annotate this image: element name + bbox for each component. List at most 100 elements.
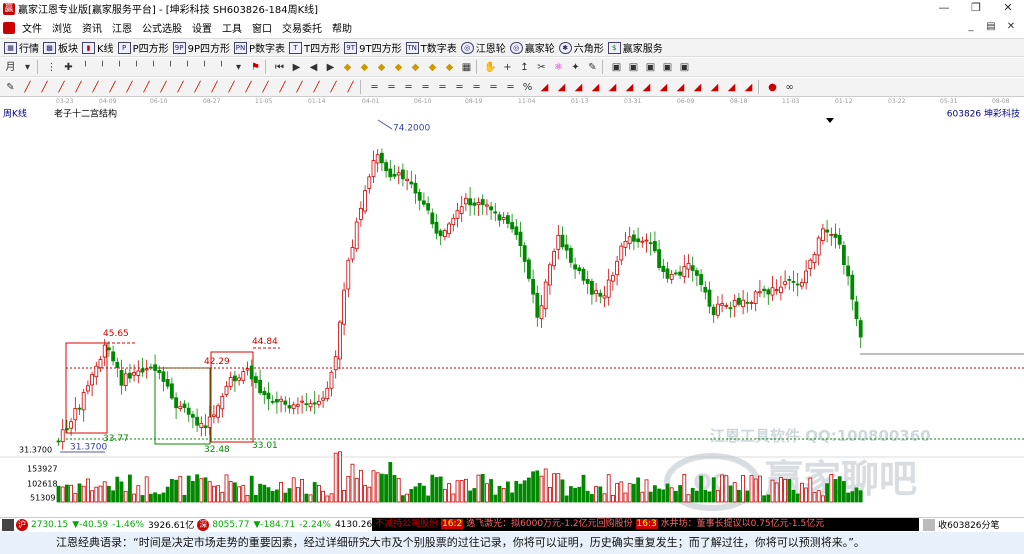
channel-icon[interactable]: ═ bbox=[470, 81, 483, 94]
bar-icon[interactable]: ╵ bbox=[130, 61, 143, 74]
diamond-icon[interactable]: ◆ bbox=[392, 61, 405, 74]
mdi-close-icon[interactable]: ✕ bbox=[1004, 20, 1018, 34]
tool-9p-square-button[interactable]: 9P 9P四方形 bbox=[172, 40, 230, 55]
tool-p-square-button[interactable]: P P四方形 bbox=[117, 40, 169, 55]
cross-icon[interactable]: ✚ bbox=[62, 61, 75, 74]
tool-t-numbers-button[interactable]: TN T数字表 bbox=[405, 40, 457, 55]
tool-gann-wheel-button[interactable]: ◎ 江恩轮 bbox=[460, 40, 506, 55]
tool-winner-wheel-button[interactable]: ◎ 赢家轮 bbox=[509, 40, 555, 55]
cart-icon[interactable] bbox=[923, 518, 936, 531]
menu-trade[interactable]: 交易委托 bbox=[277, 20, 327, 35]
mdi-minimize-icon[interactable]: _ bbox=[964, 20, 978, 34]
status-menu-icon[interactable] bbox=[2, 518, 14, 531]
menu-app-icon[interactable] bbox=[3, 21, 15, 34]
bar-icon[interactable]: ╵ bbox=[147, 61, 160, 74]
flag-icon[interactable]: ⚑ bbox=[249, 61, 262, 74]
tool-service-button[interactable]: $ 赢家服务 bbox=[607, 40, 663, 55]
forward-icon[interactable]: ▶ bbox=[324, 61, 337, 74]
channel-icon[interactable]: ═ bbox=[453, 81, 466, 94]
channel-icon[interactable]: ═ bbox=[402, 81, 415, 94]
fan-icon[interactable]: ◢ bbox=[725, 81, 738, 94]
tool-9t-square-button[interactable]: 9T 9T四方形 bbox=[344, 40, 402, 55]
window-icon[interactable]: ▣ bbox=[627, 61, 640, 74]
tool-quotes-button[interactable]: ▦ 行情 bbox=[4, 40, 39, 55]
menu-settings[interactable]: 设置 bbox=[187, 20, 217, 35]
window-icon[interactable]: ▣ bbox=[661, 61, 674, 74]
line-icon[interactable]: ╱ bbox=[191, 81, 204, 94]
cut-icon[interactable]: ✂ bbox=[535, 61, 548, 74]
fan-icon[interactable]: ◢ bbox=[589, 81, 602, 94]
restore-icon[interactable]: ❐ bbox=[960, 0, 992, 17]
plus-icon[interactable]: + bbox=[501, 61, 514, 74]
tool-kline-button[interactable]: ▮ K线 bbox=[82, 40, 114, 55]
bar-icon[interactable]: ╵ bbox=[198, 61, 211, 74]
fan-icon[interactable]: ◢ bbox=[708, 81, 721, 94]
line-icon[interactable]: ╱ bbox=[293, 81, 306, 94]
bar-icon[interactable]: ╵ bbox=[96, 61, 109, 74]
percent-icon[interactable]: % bbox=[521, 81, 534, 94]
channel-icon[interactable]: ═ bbox=[385, 81, 398, 94]
line-icon[interactable]: ╱ bbox=[327, 81, 340, 94]
line-icon[interactable]: ╱ bbox=[106, 81, 119, 94]
line-icon[interactable]: ╱ bbox=[89, 81, 102, 94]
menu-gann[interactable]: 江恩 bbox=[107, 20, 137, 35]
menu-help[interactable]: 帮助 bbox=[327, 20, 357, 35]
menu-info[interactable]: 资讯 bbox=[77, 20, 107, 35]
diamond-icon[interactable]: ◆ bbox=[443, 61, 456, 74]
tool-hexagon-button[interactable]: ✱ 六角形 bbox=[558, 40, 604, 55]
fan-icon[interactable]: ◢ bbox=[691, 81, 704, 94]
diamond-icon[interactable]: ◆ bbox=[341, 61, 354, 74]
line-icon[interactable]: ╱ bbox=[38, 81, 51, 94]
fan-icon[interactable]: ◢ bbox=[538, 81, 551, 94]
hand-icon[interactable]: ✋ bbox=[484, 61, 497, 74]
news-ticker[interactable]: 不减持公司股份 16:2 逸飞激光：拟6000万元-1.2亿元回购股份 16:3… bbox=[372, 518, 920, 531]
fan-icon[interactable]: ◢ bbox=[640, 81, 653, 94]
line-icon[interactable]: ╱ bbox=[276, 81, 289, 94]
channel-icon[interactable]: ═ bbox=[419, 81, 432, 94]
kline-chart[interactable]: QQ 江恩工具软件 QQ:100800360 赢家聊吧 周K线 老子十二宫结构 … bbox=[0, 106, 1024, 517]
dropdown-icon[interactable]: ▾ bbox=[21, 61, 34, 74]
dropdown-icon[interactable]: ▾ bbox=[232, 61, 245, 74]
menu-window[interactable]: 窗口 bbox=[247, 20, 277, 35]
menu-formula[interactable]: 公式选股 bbox=[137, 20, 187, 35]
pen-icon[interactable]: ✎ bbox=[586, 61, 599, 74]
back-icon[interactable]: ◀ bbox=[307, 61, 320, 74]
line-icon[interactable]: ╱ bbox=[174, 81, 187, 94]
line-icon[interactable]: ╱ bbox=[225, 81, 238, 94]
channel-icon[interactable]: ═ bbox=[368, 81, 381, 94]
menu-browse[interactable]: 浏览 bbox=[47, 20, 77, 35]
fan-icon[interactable]: ◢ bbox=[742, 81, 755, 94]
channel-icon[interactable]: ═ bbox=[487, 81, 500, 94]
tool-p-numbers-button[interactable]: PN P数字表 bbox=[234, 40, 285, 55]
menu-file[interactable]: 文件 bbox=[17, 20, 47, 35]
bar-icon[interactable]: ╵ bbox=[113, 61, 126, 74]
window-icon[interactable]: ▣ bbox=[610, 61, 623, 74]
window-icon[interactable]: ▣ bbox=[644, 61, 657, 74]
line-icon[interactable]: ╱ bbox=[140, 81, 153, 94]
line-icon[interactable]: ╱ bbox=[208, 81, 221, 94]
line-icon[interactable]: ╱ bbox=[123, 81, 136, 94]
mdi-restore-icon[interactable]: ▤ bbox=[984, 20, 998, 34]
first-icon[interactable]: ⏮ bbox=[273, 61, 286, 74]
window-icon[interactable]: ▣ bbox=[678, 61, 691, 74]
line-icon[interactable]: ╱ bbox=[242, 81, 255, 94]
diamond-icon[interactable]: ◆ bbox=[426, 61, 439, 74]
gift-icon[interactable]: ⚛ bbox=[552, 61, 565, 74]
bar-icon[interactable]: ╵ bbox=[181, 61, 194, 74]
tick-data-label[interactable]: 收603826分笔 bbox=[938, 518, 999, 531]
bar-icon[interactable]: ╵ bbox=[164, 61, 177, 74]
fan-icon[interactable]: ◢ bbox=[606, 81, 619, 94]
diamond-icon[interactable]: ◆ bbox=[409, 61, 422, 74]
minimize-icon[interactable]: — bbox=[928, 0, 960, 17]
fan-icon[interactable]: ◢ bbox=[572, 81, 585, 94]
diamond-icon[interactable]: ◆ bbox=[358, 61, 371, 74]
grid-icon[interactable]: ▦ bbox=[460, 61, 473, 74]
line-icon[interactable]: ╱ bbox=[259, 81, 272, 94]
tool-t-square-button[interactable]: T T四方形 bbox=[289, 40, 340, 55]
fan-icon[interactable]: ◢ bbox=[623, 81, 636, 94]
fan-icon[interactable]: ◢ bbox=[657, 81, 670, 94]
menu-tools[interactable]: 工具 bbox=[217, 20, 247, 35]
fan-icon[interactable]: ◢ bbox=[674, 81, 687, 94]
fan-icon[interactable]: ◢ bbox=[555, 81, 568, 94]
arrow-icon[interactable]: ↥ bbox=[518, 61, 531, 74]
